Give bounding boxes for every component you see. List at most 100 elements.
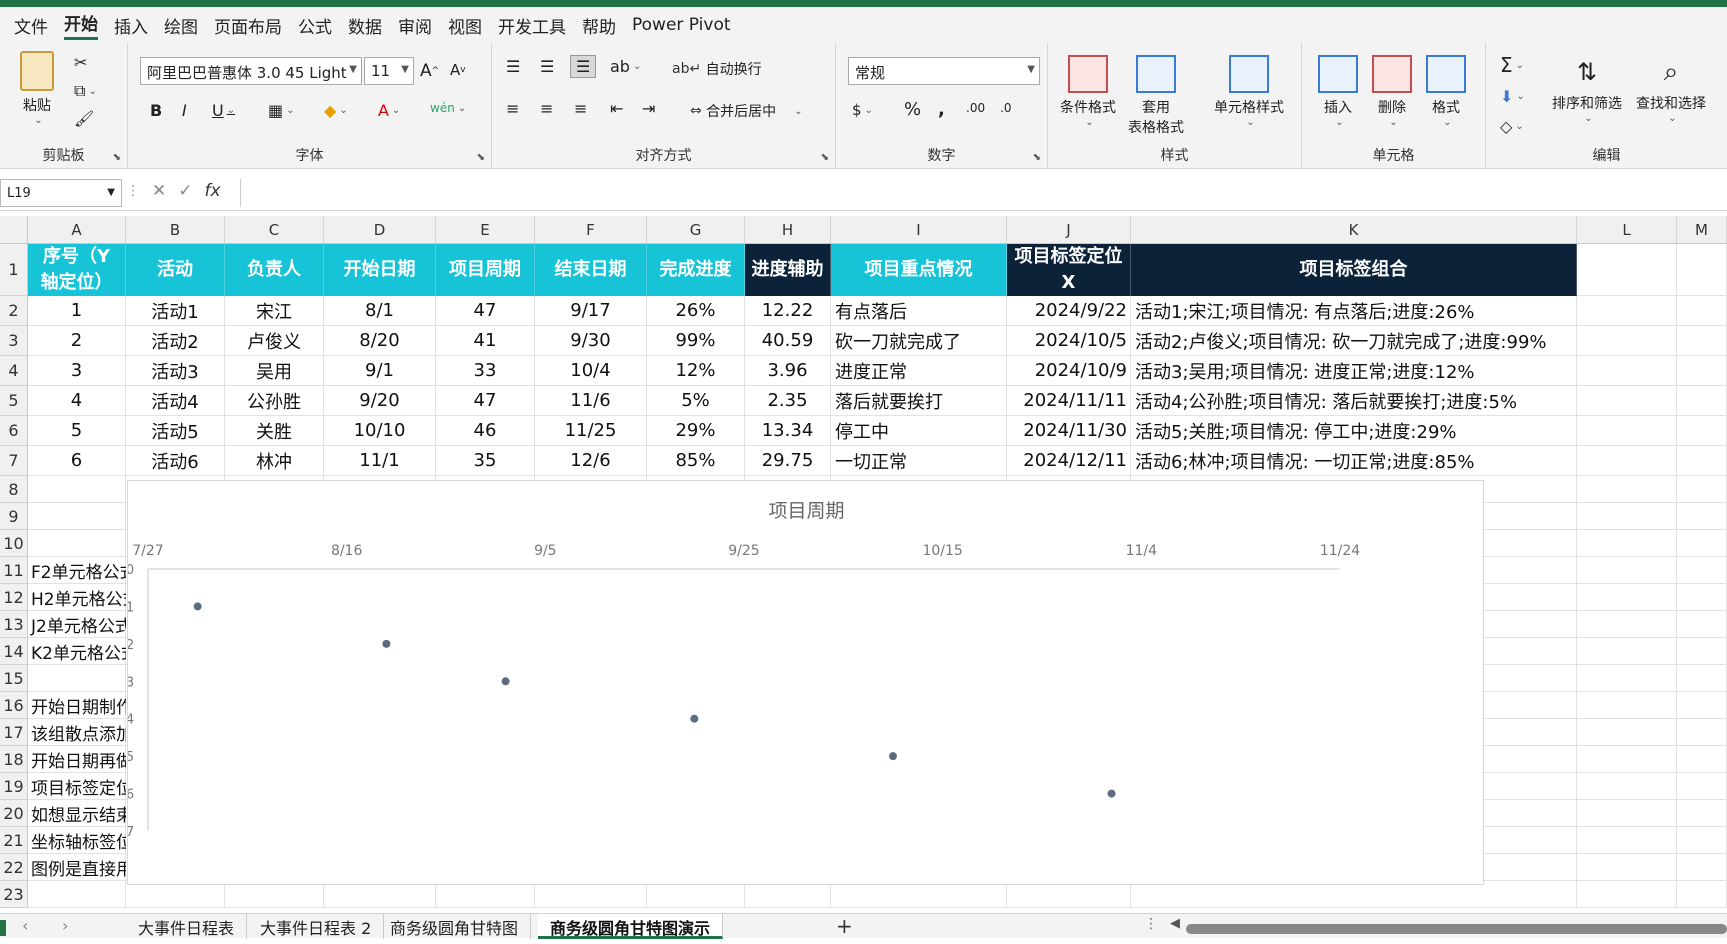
empty-cell[interactable]: [1577, 746, 1677, 773]
header-cell-h[interactable]: 进度辅助: [745, 244, 831, 296]
align-center-icon[interactable]: ≡: [540, 99, 553, 118]
column-header-f[interactable]: F: [535, 216, 647, 244]
empty-cell[interactable]: [1677, 881, 1727, 908]
header-cell-b[interactable]: 活动: [126, 244, 225, 296]
table-cell[interactable]: 99%: [647, 326, 745, 356]
header-cell-k[interactable]: 项目标签组合: [1131, 244, 1577, 296]
number-format-combo[interactable]: 常规 ▼: [848, 57, 1040, 85]
tab-prev-icon[interactable]: ‹: [22, 916, 28, 935]
dialog-launcher-icon[interactable]: ⬊: [113, 152, 121, 163]
empty-cell[interactable]: [1577, 557, 1677, 584]
header-cell-j[interactable]: 项目标签定位X: [1007, 244, 1131, 296]
wrap-text-button[interactable]: ab↵ 自动换行: [672, 59, 762, 79]
table-cell[interactable]: 35: [436, 446, 535, 476]
note-text[interactable]: 开始日期制作: [28, 692, 126, 719]
table-cell[interactable]: 47: [436, 296, 535, 326]
underline-icon[interactable]: U ⌄: [212, 101, 235, 120]
cancel-icon[interactable]: ✕: [152, 181, 166, 201]
menu-tab-7[interactable]: 审阅: [398, 13, 432, 38]
gantt-scatter-chart[interactable]: 项目周期 7/27 8/16 9/5 9/25 10/15 11/4 11/24 0 1 2 3 4 5 6…: [126, 480, 1484, 885]
tab-next-icon[interactable]: ›: [62, 916, 68, 935]
format-painter-icon[interactable]: 🖌: [74, 109, 94, 128]
column-header-k[interactable]: K: [1131, 216, 1577, 244]
empty-cell[interactable]: [1677, 503, 1727, 530]
table-cell[interactable]: 6: [28, 446, 126, 476]
menu-tab-11[interactable]: Power Pivot: [632, 15, 731, 35]
align-middle-icon[interactable]: ☰: [540, 57, 554, 76]
menu-tab-9[interactable]: 开发工具: [498, 13, 566, 38]
empty-cell[interactable]: [1677, 692, 1727, 719]
header-cell-a[interactable]: 序号（Y轴定位）: [28, 244, 126, 296]
table-cell[interactable]: 13.34: [745, 416, 831, 446]
italic-icon[interactable]: I: [182, 101, 187, 120]
table-cell[interactable]: 4: [28, 386, 126, 416]
sheet-tab-2[interactable]: 大事件日程表 2: [248, 914, 385, 939]
empty-cell[interactable]: [1577, 665, 1677, 692]
font-name-combo[interactable]: 阿里巴巴普惠体 3.0 45 Light ▼: [140, 57, 362, 85]
empty-cell[interactable]: [1577, 386, 1677, 416]
empty-cell[interactable]: [1577, 446, 1677, 476]
table-cell[interactable]: 活动1: [126, 296, 225, 326]
row-header-3[interactable]: 3: [0, 326, 28, 356]
empty-cell[interactable]: [28, 530, 126, 557]
table-cell[interactable]: 47: [436, 386, 535, 416]
empty-cell[interactable]: [28, 665, 126, 692]
decrease-indent-icon[interactable]: ⇤: [610, 99, 623, 118]
empty-cell[interactable]: [1577, 692, 1677, 719]
table-cell[interactable]: 吴用: [225, 356, 324, 386]
row-header-13[interactable]: 13: [0, 611, 28, 638]
header-cell-g[interactable]: 完成进度: [647, 244, 745, 296]
empty-cell[interactable]: [1677, 827, 1727, 854]
align-bottom-icon[interactable]: ☰: [570, 55, 597, 78]
table-cell[interactable]: 12/6: [535, 446, 647, 476]
empty-cell[interactable]: [1577, 881, 1677, 908]
empty-cell[interactable]: [1677, 557, 1727, 584]
empty-cell[interactable]: [1577, 476, 1677, 503]
table-cell[interactable]: 1: [28, 296, 126, 326]
column-header-d[interactable]: D: [324, 216, 436, 244]
column-header-c[interactable]: C: [225, 216, 324, 244]
table-cell[interactable]: 2024/10/9: [1007, 356, 1131, 386]
column-header-i[interactable]: I: [831, 216, 1007, 244]
menu-tab-0[interactable]: 文件: [14, 13, 48, 38]
table-cell[interactable]: 29%: [647, 416, 745, 446]
column-header-e[interactable]: E: [436, 216, 535, 244]
header-cell-d[interactable]: 开始日期: [324, 244, 436, 296]
menu-tab-3[interactable]: 绘图: [164, 13, 198, 38]
empty-cell[interactable]: [1677, 611, 1727, 638]
table-cell[interactable]: 3: [28, 356, 126, 386]
table-cell[interactable]: 活动4;公孙胜;项目情况: 落后就要挨打;进度:5%: [1131, 386, 1577, 416]
column-header-m[interactable]: M: [1677, 216, 1727, 244]
table-cell[interactable]: 46: [436, 416, 535, 446]
table-cell[interactable]: 8/20: [324, 326, 436, 356]
align-left-icon[interactable]: ≡: [506, 99, 519, 118]
clear-icon[interactable]: ◇ ⌄: [1500, 117, 1524, 136]
column-header-a[interactable]: A: [28, 216, 126, 244]
menu-tab-10[interactable]: 帮助: [582, 13, 616, 38]
menu-tab-8[interactable]: 视图: [448, 13, 482, 38]
table-cell[interactable]: 5%: [647, 386, 745, 416]
font-color-icon[interactable]: A ⌄: [378, 101, 400, 120]
empty-cell[interactable]: [28, 476, 126, 503]
table-cell[interactable]: 9/1: [324, 356, 436, 386]
cell-styles-button[interactable]: 单元格样式 ⌄: [1214, 55, 1284, 128]
empty-cell[interactable]: [1577, 530, 1677, 557]
more-icon[interactable]: ⋮: [1144, 916, 1158, 932]
row-header-9[interactable]: 9: [0, 503, 28, 530]
table-cell[interactable]: 落后就要挨打: [831, 386, 1007, 416]
note-text[interactable]: 图例是直接用: [28, 854, 126, 881]
table-cell[interactable]: 活动1;宋江;项目情况: 有点落后;进度:26%: [1131, 296, 1577, 326]
select-all-corner[interactable]: [0, 216, 28, 244]
row-header-15[interactable]: 15: [0, 665, 28, 692]
empty-cell[interactable]: [1577, 854, 1677, 881]
table-cell[interactable]: 2024/12/11: [1007, 446, 1131, 476]
format-cells-button[interactable]: 格式 ⌄: [1426, 55, 1466, 128]
sheet-tab-4[interactable]: 商务级圆角甘特图演示: [538, 914, 724, 939]
row-header-4[interactable]: 4: [0, 356, 28, 386]
phonetic-icon[interactable]: wén ⌄: [430, 101, 466, 115]
table-cell[interactable]: 9/30: [535, 326, 647, 356]
note-text[interactable]: 坐标轴标签位: [28, 827, 126, 854]
find-select-button[interactable]: ⌕ 查找和选择 ⌄: [1636, 51, 1706, 124]
table-cell[interactable]: 3.96: [745, 356, 831, 386]
header-cell-c[interactable]: 负责人: [225, 244, 324, 296]
